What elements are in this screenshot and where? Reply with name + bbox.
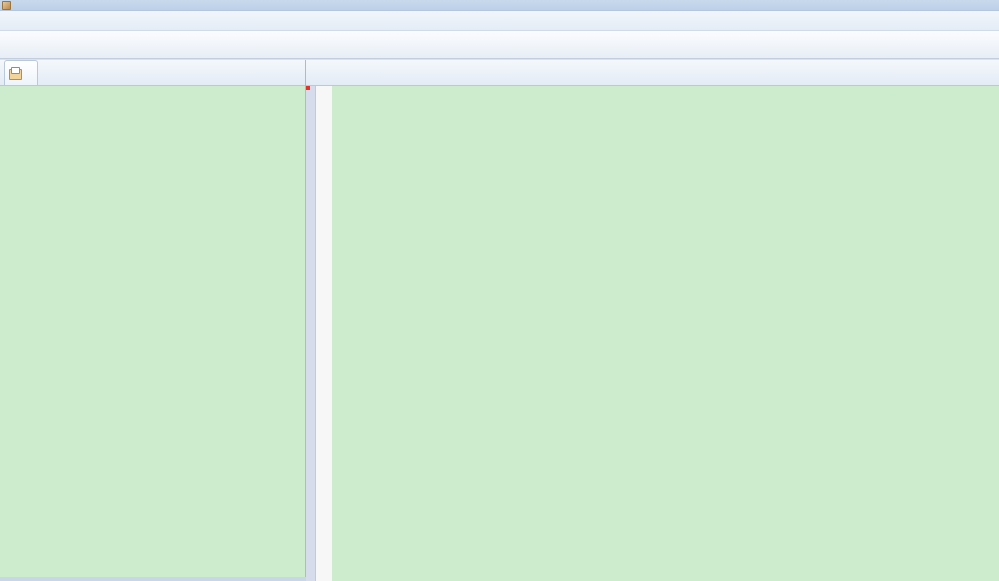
- editor-tab-row: [306, 60, 999, 86]
- bottom-strip: [0, 577, 306, 581]
- main-toolbar: [0, 31, 999, 59]
- workbench-body: [0, 60, 999, 581]
- app-icon: [2, 0, 11, 10]
- editor-area: [306, 60, 999, 581]
- window-title-bar: [0, 0, 999, 11]
- project-tree[interactable]: [0, 86, 305, 581]
- project-explorer-view: [0, 60, 306, 581]
- tab-project-explorer[interactable]: [4, 60, 38, 85]
- project-explorer-tab-row: [0, 60, 305, 86]
- source-editor[interactable]: [306, 86, 999, 581]
- editor-folding-gutter[interactable]: [332, 86, 340, 581]
- editor-left-rule: [306, 86, 316, 581]
- menu-bar: [0, 11, 999, 31]
- code-text[interactable]: [340, 86, 999, 581]
- project-explorer-icon: [8, 66, 22, 80]
- editor-marker-gutter[interactable]: [316, 86, 332, 581]
